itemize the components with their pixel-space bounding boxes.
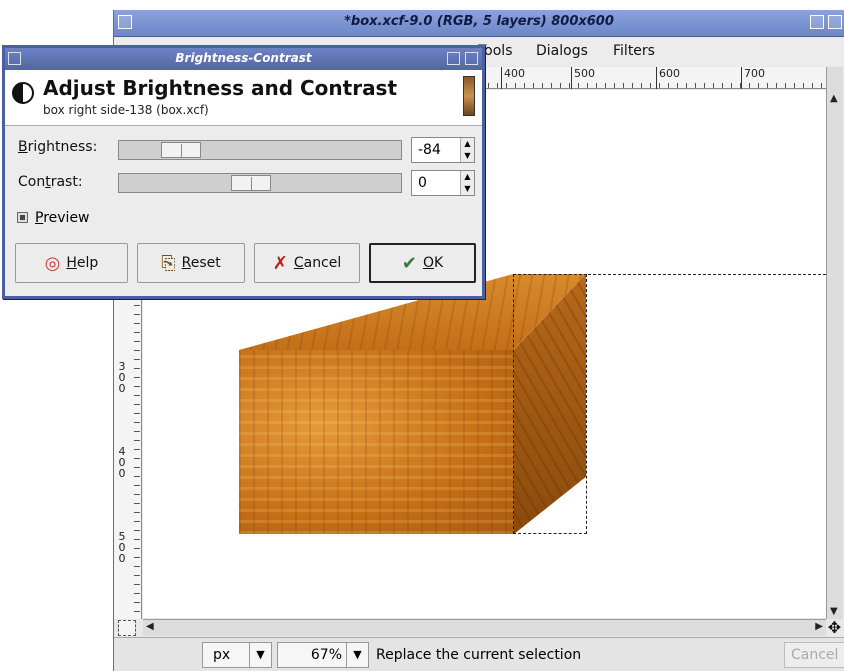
dialog-header-title: Adjust Brightness and Contrast <box>43 76 398 100</box>
status-message: Replace the current selection <box>376 647 582 663</box>
status-cancel-button[interactable]: Cancel <box>784 642 844 668</box>
dialog-maximize-button[interactable] <box>447 52 460 65</box>
brightness-slider[interactable] <box>118 140 402 160</box>
brightness-contrast-icon <box>12 82 34 104</box>
preview-checkbox[interactable]: Preview <box>17 210 90 226</box>
brightness-slider-handle[interactable] <box>161 142 201 158</box>
contrast-slider-handle[interactable] <box>231 175 271 191</box>
chevron-down-icon[interactable]: ▼ <box>346 643 368 667</box>
scroll-left-icon[interactable]: ◀ <box>146 621 154 632</box>
close-button[interactable] <box>828 15 842 29</box>
contrast-label: Contrast: <box>18 174 83 190</box>
reset-button[interactable]: ⎘ Reset <box>137 243 245 283</box>
brightness-spinbutton[interactable]: -84 ▲ ▼ <box>411 137 475 163</box>
vertical-scrollbar[interactable]: ▲ ▼ <box>826 67 843 619</box>
help-button[interactable]: ◎ Help <box>15 243 128 283</box>
image-window-titlebar[interactable]: *box.xcf-9.0 (RGB, 5 layers) 800x600 <box>114 10 844 37</box>
dialog-close-button[interactable] <box>465 52 478 65</box>
spin-arrows-icon[interactable]: ▲ ▼ <box>460 171 474 195</box>
scroll-down-icon[interactable]: ▼ <box>830 606 838 617</box>
cancel-button[interactable]: ✗ Cancel <box>254 243 360 283</box>
dialog-titlebar[interactable]: Brightness-Contrast <box>5 48 482 70</box>
scroll-up-icon[interactable]: ▲ <box>830 93 838 104</box>
help-lifebuoy-icon: ◎ <box>44 252 61 274</box>
contrast-value: 0 <box>418 175 427 191</box>
statusbar: px ▼ 67% ▼ Replace the current selection… <box>114 637 844 671</box>
horizontal-scrollbar[interactable]: ◀ ▶ <box>143 619 826 636</box>
contrast-slider[interactable] <box>118 173 402 193</box>
navigate-icon[interactable]: ✥ <box>826 619 843 636</box>
ruler-tick: 700 <box>741 67 765 89</box>
ruler-tick: 400 <box>118 445 126 480</box>
dialog-title: Brightness-Contrast <box>175 51 312 65</box>
spin-arrows-icon[interactable]: ▲ ▼ <box>460 138 474 162</box>
dialog-header-subtitle: box right side-138 (box.xcf) <box>43 103 209 117</box>
brightness-contrast-dialog: Brightness-Contrast Adjust Brightness an… <box>2 45 485 299</box>
selection-marquee[interactable] <box>513 274 587 534</box>
cancel-x-icon: ✗ <box>272 252 288 274</box>
image-window-title: *box.xcf-9.0 (RGB, 5 layers) 800x600 <box>344 14 614 29</box>
layer-thumbnail <box>463 76 475 116</box>
brightness-value: -84 <box>418 142 441 158</box>
menu-filters[interactable]: Filters <box>613 43 655 59</box>
menu-dialogs[interactable]: Dialogs <box>536 43 588 59</box>
brightness-label: Brightness: <box>18 139 98 155</box>
zoom-value: 67% <box>310 647 342 663</box>
ok-button[interactable]: ✔ OK <box>369 243 476 283</box>
ruler-tick: 500 <box>571 67 595 89</box>
unit-value: px <box>213 647 231 663</box>
chevron-down-icon[interactable]: ▼ <box>249 643 271 667</box>
scroll-right-icon[interactable]: ▶ <box>815 621 823 632</box>
box-front-face <box>239 350 514 534</box>
contrast-spinbutton[interactable]: 0 ▲ ▼ <box>411 170 475 196</box>
dialog-header: Adjust Brightness and Contrast box right… <box>5 70 482 126</box>
ruler-tick: 400 <box>501 67 525 89</box>
unit-selector[interactable]: px ▼ <box>202 642 272 668</box>
ruler-tick: 300 <box>118 360 126 395</box>
zoom-selector[interactable]: 67% ▼ <box>277 642 369 668</box>
ruler-tick: 500 <box>118 530 126 565</box>
ok-icon: ✔ <box>401 252 417 274</box>
quick-mask-toggle-icon[interactable] <box>118 620 136 636</box>
reset-icon: ⎘ <box>161 252 176 274</box>
checkbox-checked-icon <box>17 212 28 223</box>
maximize-button[interactable] <box>810 15 824 29</box>
ruler-tick: 600 <box>656 67 680 89</box>
